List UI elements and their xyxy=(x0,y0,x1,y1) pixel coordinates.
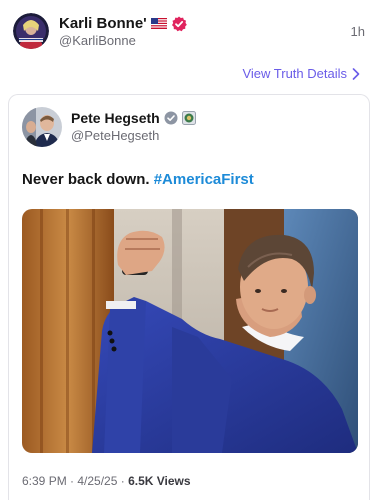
post-meta: 6:39 PM · 4/25/25 · 6.5K Views xyxy=(22,474,191,488)
quoted-post-text: Never back down. #AmericaFirst xyxy=(22,171,254,188)
verified-badge-icon xyxy=(171,16,187,31)
quoted-author-name[interactable]: Pete Hegseth xyxy=(71,110,160,126)
post-time: 1h xyxy=(350,24,365,39)
quoted-author-avatar[interactable] xyxy=(22,107,62,147)
photo-image xyxy=(22,209,358,453)
chevron-right-icon xyxy=(352,67,360,80)
view-truth-details-label[interactable]: View Truth Details xyxy=(242,66,347,81)
post-views: 6.5K Views xyxy=(128,474,191,488)
hashtag-link[interactable]: #AmericaFirst xyxy=(154,171,254,188)
quoted-avatar-image xyxy=(22,107,62,147)
author-handle[interactable]: @KarliBonne xyxy=(59,33,136,48)
quoted-author-name-row[interactable]: Pete Hegseth xyxy=(71,110,196,126)
avatar-image xyxy=(13,13,49,49)
post-header: Karli Bonne' @KarliBonne 1h xyxy=(13,13,365,53)
government-seal-icon xyxy=(181,111,196,125)
quoted-post-card[interactable]: Pete Hegseth @PeteHegseth Never back dow… xyxy=(8,94,370,500)
verified-check-icon xyxy=(164,111,178,125)
quoted-post-text-plain: Never back down. xyxy=(22,171,154,188)
author-avatar[interactable] xyxy=(13,13,49,49)
author-name[interactable]: Karli Bonne' xyxy=(59,15,147,32)
quoted-author-handle[interactable]: @PeteHegseth xyxy=(71,128,159,143)
post-photo[interactable] xyxy=(22,209,358,453)
us-flag-icon xyxy=(150,18,167,29)
view-truth-details-link[interactable]: View Truth Details xyxy=(242,66,360,81)
post-datetime: 6:39 PM · 4/25/25 · xyxy=(22,474,129,488)
author-name-row[interactable]: Karli Bonne' xyxy=(59,15,187,32)
